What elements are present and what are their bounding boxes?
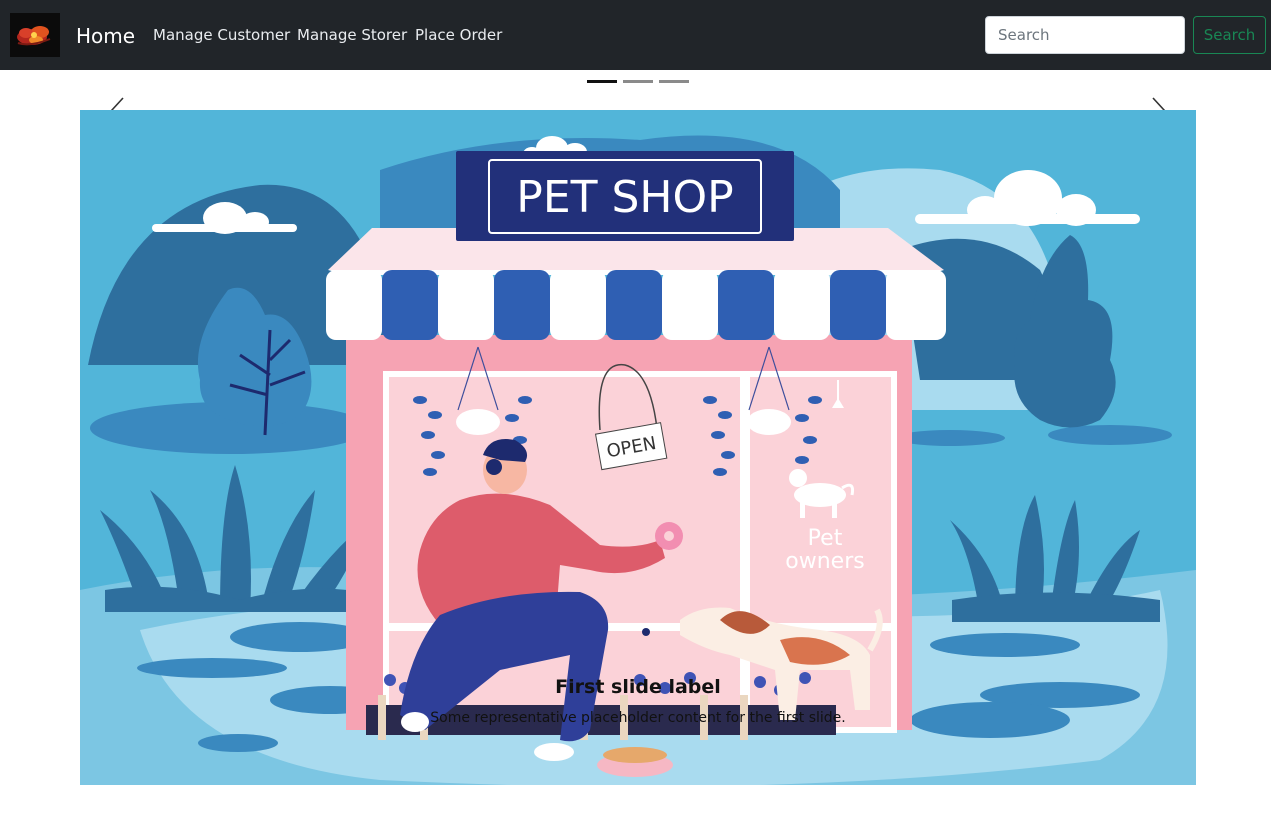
slide-caption-title: First slide label (555, 676, 721, 698)
carousel-indicator-2[interactable] (623, 80, 653, 83)
nav-manage-customer[interactable]: Manage Customer (153, 26, 290, 44)
search-input[interactable] (985, 16, 1185, 54)
brand-home-link[interactable]: Home (76, 24, 135, 48)
sign-text: PET SHOP (516, 172, 733, 223)
logo[interactable] (10, 13, 60, 57)
navbar: Home Manage Customer Manage Storer Place… (0, 0, 1271, 70)
flower-logo-icon (17, 26, 51, 46)
carousel-indicator-1[interactable] (587, 80, 617, 83)
nav-place-order[interactable]: Place Order (415, 26, 502, 44)
carousel-indicator-3[interactable] (659, 80, 689, 83)
search-button[interactable]: Search (1193, 16, 1266, 54)
nav-manage-storer[interactable]: Manage Storer (297, 26, 407, 44)
window-text-2: owners (785, 549, 864, 574)
slide-caption-text: Some representative placeholder content … (430, 710, 846, 726)
window-text-1: Pet (808, 526, 843, 551)
